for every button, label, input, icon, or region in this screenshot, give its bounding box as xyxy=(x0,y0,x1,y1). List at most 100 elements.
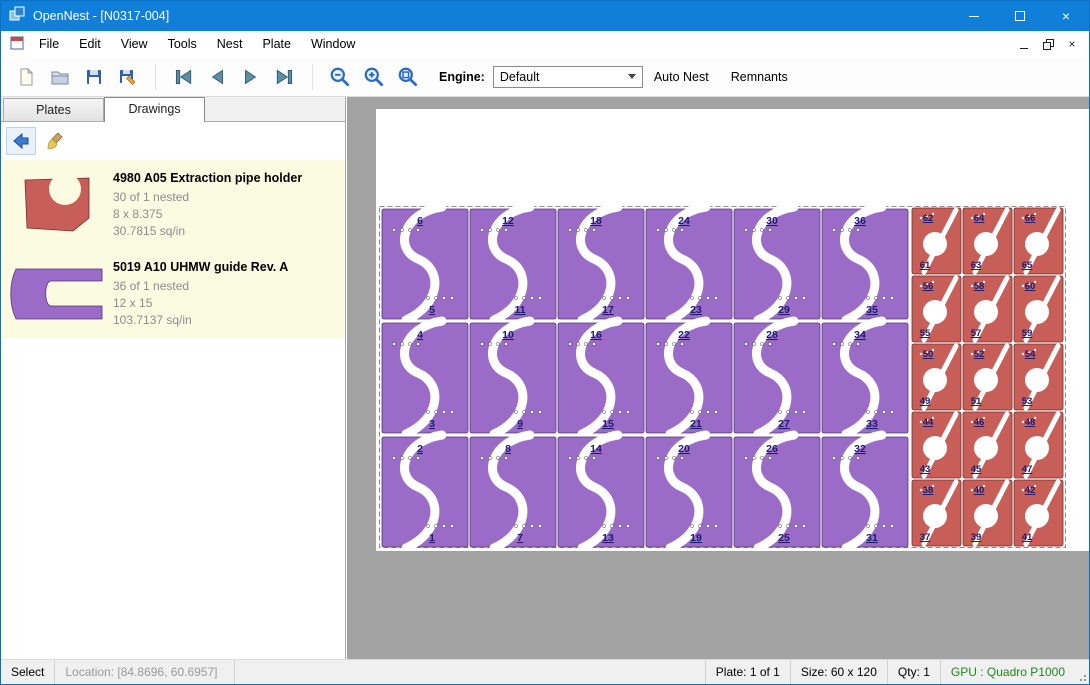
svg-text:44: 44 xyxy=(923,417,934,428)
nest-part-pair-purple[interactable]: 1413 xyxy=(558,435,644,548)
nest-part-pair-purple[interactable]: 87 xyxy=(470,435,556,548)
mdi-minimize-button[interactable] xyxy=(1013,35,1035,53)
resize-grip[interactable] xyxy=(1075,660,1089,684)
svg-text:24: 24 xyxy=(678,215,690,227)
first-plate-button[interactable] xyxy=(166,60,200,94)
nest-part-pair-purple[interactable]: 1211 xyxy=(470,207,556,320)
menu-item-window[interactable]: Window xyxy=(301,31,365,57)
menu-item-edit[interactable]: Edit xyxy=(69,31,111,57)
tab-plates[interactable]: Plates xyxy=(3,98,104,121)
nest-part-pair-red[interactable]: 5655 xyxy=(912,276,961,342)
drawings-toolbar xyxy=(1,122,345,160)
svg-text:59: 59 xyxy=(1022,328,1033,339)
new-button[interactable] xyxy=(9,60,43,94)
menu-item-plate[interactable]: Plate xyxy=(252,31,301,57)
nest-part-pair-red[interactable]: 5049 xyxy=(912,344,961,410)
zoom-fit-icon xyxy=(397,66,419,88)
nest-part-pair-red[interactable]: 6059 xyxy=(1014,276,1063,342)
menu-item-view[interactable]: View xyxy=(111,31,158,57)
nest-part-pair-purple[interactable]: 21 xyxy=(382,435,468,548)
nest-part-pair-purple[interactable]: 2221 xyxy=(646,321,732,434)
save-button[interactable] xyxy=(77,60,111,94)
nest-part-pair-red[interactable]: 6463 xyxy=(963,208,1012,274)
nest-part-pair-purple[interactable]: 3231 xyxy=(822,435,908,548)
minimize-button[interactable] xyxy=(951,1,997,31)
drawing-size: 12 x 15 xyxy=(113,295,288,312)
nest-part-pair-purple[interactable]: 3635 xyxy=(822,207,908,320)
nest-part-pair-red[interactable]: 3837 xyxy=(912,480,961,546)
svg-text:39: 39 xyxy=(971,532,982,543)
go-last-icon xyxy=(274,66,296,88)
menu-item-tools[interactable]: Tools xyxy=(158,31,207,57)
svg-text:40: 40 xyxy=(974,485,985,496)
return-to-plates-button[interactable] xyxy=(6,127,36,155)
nest-part-pair-red[interactable]: 40 39 xyxy=(963,480,1012,546)
svg-text:21: 21 xyxy=(690,418,702,430)
svg-text:34: 34 xyxy=(854,329,866,341)
status-bar: Select Location: [84.8696, 60.6957] Plat… xyxy=(1,659,1089,684)
svg-text:28: 28 xyxy=(766,329,778,341)
nest-part-pair-red[interactable]: 4241 xyxy=(1014,480,1063,546)
drawing-size: 8 x 8.375 xyxy=(113,206,302,223)
nest-part-pair-purple[interactable]: 109 xyxy=(470,321,556,434)
next-plate-button[interactable] xyxy=(234,60,268,94)
svg-text:29: 29 xyxy=(778,304,790,316)
zoom-out-icon xyxy=(329,66,351,88)
zoom-in-button[interactable] xyxy=(357,60,391,94)
drawing-item-extraction-pipe-holder[interactable]: 4980 A05 Extraction pipe holder 30 of 1 … xyxy=(1,160,345,249)
window-title: OpenNest - [N0317-004] xyxy=(33,9,169,23)
nest-part-pair-purple[interactable]: 2625 xyxy=(734,435,820,548)
mdi-close-button[interactable]: × xyxy=(1061,35,1083,53)
nest-part-pair-purple[interactable]: 2423 xyxy=(646,207,732,320)
menu-item-file[interactable]: File xyxy=(29,31,69,57)
zoom-out-button[interactable] xyxy=(323,60,357,94)
plate[interactable]: 65 1211 1817 2423 3029 3635 xyxy=(379,206,1066,548)
clear-drawings-button[interactable] xyxy=(40,127,70,155)
nest-part-pair-red[interactable]: 6261 xyxy=(912,208,961,274)
canvas-page: 65 1211 1817 2423 3029 3635 xyxy=(376,109,1089,551)
go-previous-icon xyxy=(206,66,228,88)
svg-text:65: 65 xyxy=(1022,260,1033,271)
auto-nest-button[interactable]: Auto Nest xyxy=(643,58,720,96)
nest-part-pair-purple[interactable]: 65 xyxy=(382,207,468,320)
nest-part-pair-red[interactable]: 5453 xyxy=(1014,344,1063,410)
engine-select[interactable]: Default xyxy=(493,66,643,88)
nest-part-pair-purple[interactable]: 43 xyxy=(382,321,468,434)
svg-text:56: 56 xyxy=(923,281,934,292)
go-next-icon xyxy=(240,66,262,88)
drawing-title: 4980 A05 Extraction pipe holder xyxy=(113,171,302,185)
nest-part-pair-purple[interactable]: 3029 xyxy=(734,207,820,320)
nest-part-pair-red[interactable]: 6665 xyxy=(1014,208,1063,274)
nest-part-pair-purple[interactable]: 1817 xyxy=(558,207,644,320)
last-plate-button[interactable] xyxy=(268,60,302,94)
go-first-icon xyxy=(172,66,194,88)
mdi-minimize-icon xyxy=(1020,48,1028,49)
nest-part-pair-purple[interactable]: 1615 xyxy=(558,321,644,434)
open-button[interactable] xyxy=(43,60,77,94)
svg-text:47: 47 xyxy=(1022,464,1033,475)
svg-text:9: 9 xyxy=(517,418,523,430)
nest-part-pair-purple[interactable]: 2827 xyxy=(734,321,820,434)
close-button[interactable]: × xyxy=(1043,1,1089,31)
nest-part-pair-red[interactable]: 5857 xyxy=(963,276,1012,342)
save-as-button[interactable] xyxy=(111,60,145,94)
nest-part-pair-red[interactable]: 4847 xyxy=(1014,412,1063,478)
maximize-button[interactable] xyxy=(997,1,1043,31)
nest-part-pair-purple[interactable]: 3433 xyxy=(822,321,908,434)
nest-part-pair-red[interactable]: 4645 xyxy=(963,412,1012,478)
svg-text:36: 36 xyxy=(854,215,866,227)
nest-part-pair-red[interactable]: 4443 xyxy=(912,412,961,478)
drawing-item-uhmw-guide[interactable]: 5019 A10 UHMW guide Rev. A 36 of 1 neste… xyxy=(1,249,345,338)
nest-part-pair-red[interactable]: 5251 xyxy=(963,344,1012,410)
zoom-in-icon xyxy=(363,66,385,88)
broom-icon xyxy=(45,131,65,151)
previous-plate-button[interactable] xyxy=(200,60,234,94)
remnants-button[interactable]: Remnants xyxy=(720,58,799,96)
nest-part-pair-purple[interactable]: 2019 xyxy=(646,435,732,548)
nest-canvas[interactable]: 65 1211 1817 2423 3029 3635 xyxy=(347,97,1089,659)
mdi-restore-button[interactable] xyxy=(1037,35,1059,53)
document-icon[interactable] xyxy=(9,35,25,54)
tab-drawings[interactable]: Drawings xyxy=(104,97,205,122)
zoom-fit-button[interactable] xyxy=(391,60,425,94)
menu-item-nest[interactable]: Nest xyxy=(207,31,253,57)
